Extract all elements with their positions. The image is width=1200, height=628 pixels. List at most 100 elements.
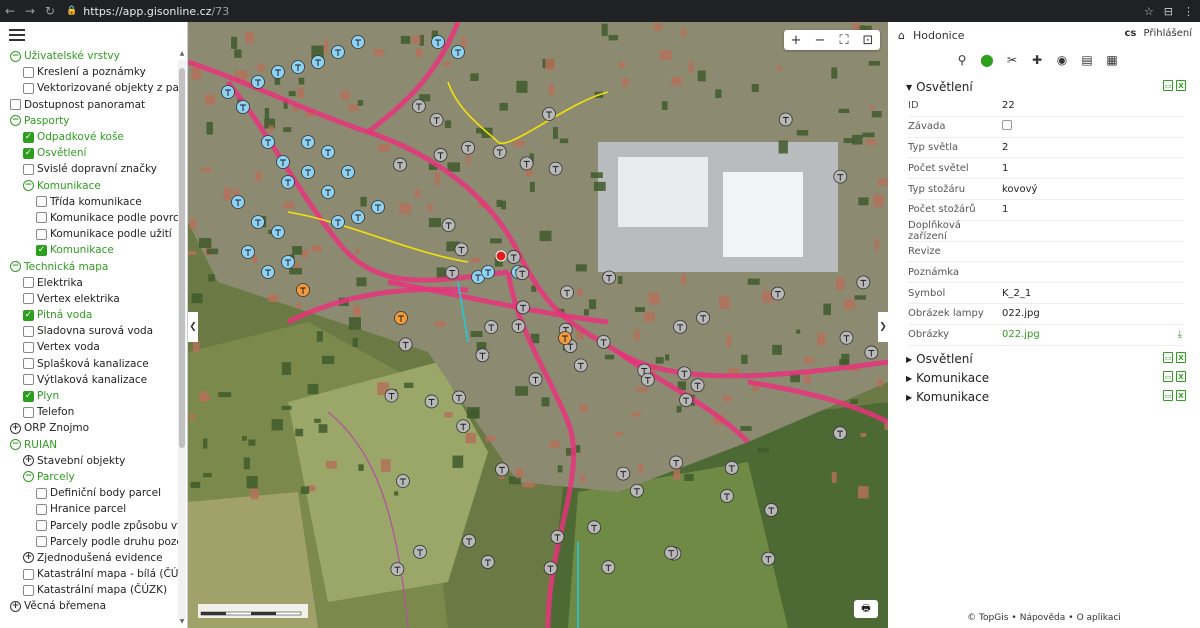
layer-checkbox[interactable] xyxy=(36,487,47,499)
layer-item[interactable]: Splašková kanalizace xyxy=(0,356,180,372)
identify-marker-icon[interactable]: ⬤ xyxy=(979,52,995,68)
layer-item[interactable]: ✓ Komunikace xyxy=(0,242,180,258)
feature-section[interactable]: ▼ Osvětlení ▭ X xyxy=(906,78,1186,96)
layer-item[interactable]: Sladovna surová voda xyxy=(0,323,180,339)
print-icon[interactable]: ▭ xyxy=(1163,352,1173,363)
table-icon[interactable]: ▦ xyxy=(1104,52,1120,68)
layer-checkbox[interactable] xyxy=(23,341,34,353)
scrollbar-thumb[interactable] xyxy=(179,68,185,448)
excel-export-icon[interactable]: X xyxy=(1176,80,1186,91)
layer-item[interactable]: + Věcná břemena xyxy=(0,598,180,614)
feature-section[interactable]: ▶ Komunikace ▭ X xyxy=(906,388,1186,406)
back-icon[interactable]: ← xyxy=(0,0,20,22)
print-icon[interactable]: ▭ xyxy=(1163,371,1173,382)
layer-checkbox[interactable] xyxy=(23,277,34,289)
zoom-out-button[interactable]: − xyxy=(808,30,832,50)
menu-dots-icon[interactable]: ⋮ xyxy=(1183,5,1194,18)
footer-about-link[interactable]: O aplikaci xyxy=(1077,613,1121,623)
hamburger-menu-icon[interactable] xyxy=(9,29,25,41)
layer-scrollbar[interactable] xyxy=(178,60,186,620)
extent-button[interactable]: ⊡ xyxy=(856,30,880,50)
layer-checkbox[interactable] xyxy=(36,503,47,515)
layer-item[interactable]: Definiční body parcel xyxy=(0,485,180,501)
layer-item[interactable]: Vertex elektrika xyxy=(0,291,180,307)
language-switch[interactable]: cs xyxy=(1124,28,1136,39)
caret-right-icon[interactable]: ▶ xyxy=(906,393,912,402)
excel-export-icon[interactable]: X xyxy=(1176,352,1186,363)
layer-checkbox[interactable] xyxy=(23,82,34,94)
forward-icon[interactable]: → xyxy=(20,0,40,22)
layer-item[interactable]: Hranice parcel xyxy=(0,501,180,517)
reload-icon[interactable]: ↻ xyxy=(40,0,60,22)
caret-right-icon[interactable]: ▶ xyxy=(906,374,912,383)
layer-item[interactable]: Elektrika xyxy=(0,275,180,291)
layer-item[interactable]: − Pasporty xyxy=(0,113,180,129)
layer-checkbox[interactable] xyxy=(23,568,34,580)
layer-checkbox[interactable]: ✓ xyxy=(23,390,34,402)
measure-icon[interactable]: ✂ xyxy=(1004,52,1020,68)
collapse-icon[interactable]: − xyxy=(10,50,21,62)
layer-item[interactable]: Vektorizované objekty z panoram xyxy=(0,80,180,96)
layer-item[interactable]: Parcely podle způsobu využití xyxy=(0,517,180,533)
login-link[interactable]: Přihlášení xyxy=(1144,28,1192,39)
home-icon[interactable]: ⌂ xyxy=(898,29,905,42)
print-icon[interactable]: ▭ xyxy=(1163,390,1173,401)
layer-checkbox[interactable] xyxy=(36,212,47,224)
layer-item[interactable]: ✓ Pitná voda xyxy=(0,307,180,323)
expand-icon[interactable]: + xyxy=(10,422,21,434)
eye-icon[interactable]: ◉ xyxy=(1054,52,1070,68)
layer-item[interactable]: − RUIAN xyxy=(0,437,180,453)
layer-checkbox[interactable] xyxy=(23,584,34,596)
layer-item[interactable]: − Komunikace xyxy=(0,178,180,194)
layer-checkbox[interactable]: ✓ xyxy=(23,309,34,321)
extension-icon[interactable]: ⊟ xyxy=(1164,5,1173,18)
layer-item[interactable]: + Stavební objekty xyxy=(0,453,180,469)
excel-export-icon[interactable]: X xyxy=(1176,390,1186,401)
layer-checkbox[interactable] xyxy=(36,536,47,548)
collapse-right-panel-button[interactable]: ❯ xyxy=(878,312,888,342)
scroll-up-icon[interactable]: ▲ xyxy=(178,50,186,58)
layer-item[interactable]: Výtlaková kanalizace xyxy=(0,372,180,388)
collapse-left-panel-button[interactable]: ❮ xyxy=(188,312,198,342)
star-icon[interactable]: ☆ xyxy=(1144,5,1154,18)
attribute-link[interactable]: 022.jpg xyxy=(1002,329,1178,340)
layer-item[interactable]: Komunikace podle povrchu xyxy=(0,210,180,226)
layer-item[interactable]: Parcely podle druhu pozemku xyxy=(0,534,180,550)
collapse-icon[interactable]: − xyxy=(10,261,21,273)
layer-item[interactable]: − Uživatelské vrstvy xyxy=(0,48,180,64)
layer-checkbox[interactable]: ✓ xyxy=(23,147,34,159)
feature-section[interactable]: ▶ Komunikace ▭ X xyxy=(906,369,1186,387)
layer-checkbox[interactable] xyxy=(23,293,34,305)
layer-item[interactable]: Katastrální mapa (ČÚZK) xyxy=(0,582,180,598)
caret-down-icon[interactable]: ▼ xyxy=(906,83,912,92)
expand-icon[interactable]: + xyxy=(23,552,34,564)
layer-checkbox[interactable] xyxy=(36,196,47,208)
map-view[interactable]: + − ⛶ ⊡ ❮ ❯ 🖶 xyxy=(188,22,888,628)
layer-item[interactable]: Vertex voda xyxy=(0,339,180,355)
expand-icon[interactable]: + xyxy=(23,455,34,467)
footer-help-link[interactable]: Nápověda xyxy=(1020,613,1066,623)
collapse-icon[interactable]: − xyxy=(23,471,34,483)
map-book-icon[interactable]: ▤ xyxy=(1079,52,1095,68)
collapse-icon[interactable]: − xyxy=(23,180,34,192)
layer-checkbox[interactable] xyxy=(23,406,34,418)
layer-item[interactable]: Telefon xyxy=(0,404,180,420)
layer-checkbox[interactable] xyxy=(23,325,34,337)
layer-item[interactable]: Kreslení a poznámky xyxy=(0,64,180,80)
layer-item[interactable]: ✓ Osvětlení xyxy=(0,145,180,161)
layer-checkbox[interactable] xyxy=(36,520,47,532)
layer-checkbox[interactable] xyxy=(23,66,34,78)
layer-item[interactable]: − Parcely xyxy=(0,469,180,485)
layer-item[interactable]: ✓ Odpadkové koše xyxy=(0,129,180,145)
layer-checkbox[interactable] xyxy=(23,374,34,386)
layer-checkbox[interactable] xyxy=(10,99,21,111)
zoom-in-button[interactable]: + xyxy=(784,30,808,50)
feature-section[interactable]: ▶ Osvětlení ▭ X xyxy=(906,350,1186,368)
layer-checkbox[interactable] xyxy=(36,228,47,240)
excel-export-icon[interactable]: X xyxy=(1176,371,1186,382)
layer-item[interactable]: − Technická mapa xyxy=(0,258,180,274)
layer-checkbox[interactable] xyxy=(23,358,34,370)
layer-item[interactable]: Katastrální mapa - bílá (ČÚZK) xyxy=(0,566,180,582)
layer-checkbox[interactable]: ✓ xyxy=(23,131,34,143)
expand-icon[interactable]: + xyxy=(10,600,21,612)
